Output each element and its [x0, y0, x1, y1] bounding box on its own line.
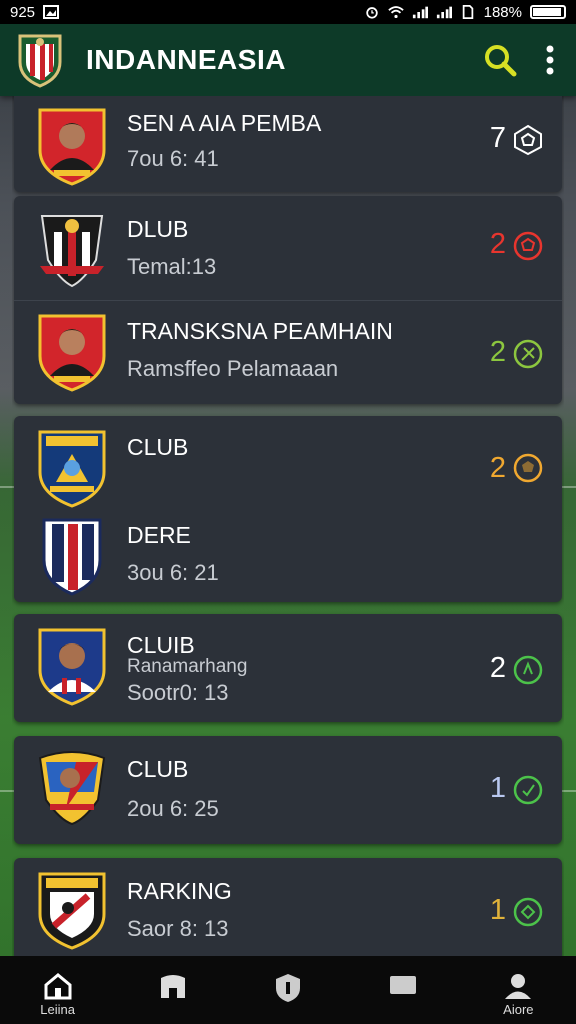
- ball-icon: [513, 775, 543, 805]
- row-title: TRANSKSNA PEAMHAIN: [127, 318, 393, 344]
- ball-icon: [513, 231, 543, 261]
- nav-profile[interactable]: Aiore: [478, 972, 558, 1017]
- nav-home[interactable]: Leiina: [18, 972, 98, 1017]
- app-logo-crest: [18, 34, 62, 88]
- nav-chat[interactable]: [363, 972, 443, 998]
- list-item[interactable]: SEN A AIA PEMBA 7ou 6: 41 7: [14, 96, 562, 192]
- row-title: SEN A AIA PEMBA: [127, 110, 322, 136]
- player-crest-icon: [38, 108, 106, 186]
- list-item[interactable]: RARKING Saor 8: 13 1: [14, 858, 562, 956]
- row-title: CLUB: [127, 756, 189, 782]
- nav-profile-label: Aiore: [503, 1002, 534, 1017]
- row-title: RARKING: [127, 878, 232, 904]
- row-subtitle: Ramsffeo Pelamaaan: [127, 356, 339, 381]
- list-item[interactable]: DERE 3ou 6: 21: [14, 508, 562, 602]
- row-score: 2: [489, 336, 506, 368]
- row-subtitle: Temal:13: [127, 254, 217, 279]
- club-crest-icon: [38, 872, 106, 950]
- more-vert-icon: [546, 45, 554, 75]
- row-title: CLUB: [127, 434, 189, 460]
- app-title: INDANNEASIA: [86, 44, 286, 75]
- list-card: SEN A AIA PEMBA 7ou 6: 41 7: [14, 96, 562, 192]
- row-subtitle: Saor 8: 13: [127, 916, 229, 941]
- player-crest-icon: [38, 628, 106, 706]
- list-card: RARKING Saor 8: 13 1: [14, 858, 562, 956]
- status-bar: 925 188%: [0, 0, 576, 24]
- app-bar: INDANNEASIA: [0, 24, 576, 96]
- list-item[interactable]: CLUB 2ou 6: 25 1: [14, 736, 562, 844]
- club-crest-icon: [42, 518, 102, 596]
- list-card: CLUIB Ranamarhang Sootr0: 13 2: [14, 614, 562, 722]
- wifi-icon: [387, 6, 404, 19]
- list-item[interactable]: CLUIB Ranamarhang Sootr0: 13 2: [14, 614, 562, 722]
- club-crest-icon: [38, 430, 106, 508]
- ball-icon: [513, 655, 543, 685]
- overflow-menu-button[interactable]: [540, 40, 560, 80]
- nav-shield[interactable]: [248, 972, 328, 1004]
- nav-team[interactable]: [133, 972, 213, 1000]
- battery-icon: [530, 5, 566, 19]
- battery-percent: 188%: [483, 3, 522, 21]
- search-button[interactable]: [480, 40, 520, 80]
- ball-icon: [513, 453, 543, 483]
- signal-icon-2: [436, 6, 452, 19]
- row-subtitle-small: Ranamarhang: [127, 656, 248, 677]
- row-title: CLUIB: [127, 632, 195, 658]
- list-card: CLUB 2 DERE 3ou 6: 21: [14, 416, 562, 602]
- player-crest-icon: [38, 314, 106, 392]
- row-subtitle: 2ou 6: 25: [127, 796, 219, 821]
- list-card: CLUB 2ou 6: 25 1: [14, 736, 562, 844]
- row-subtitle: 7ou 6: 41: [127, 146, 219, 171]
- home-icon: [44, 973, 72, 1000]
- row-score: 2: [489, 652, 506, 684]
- status-time: 925: [10, 3, 36, 21]
- alarm-icon: [365, 7, 378, 19]
- list-item[interactable]: DLUB Temal:13 2: [14, 196, 562, 300]
- row-score: 1: [489, 894, 506, 926]
- sim-icon: [462, 5, 473, 19]
- search-icon: [485, 45, 517, 77]
- ball-icon: [513, 897, 543, 927]
- bottom-navigation: Leiina Aiore: [0, 956, 576, 1024]
- row-score: 1: [489, 772, 506, 804]
- row-subtitle: Sootr0: 13: [127, 680, 229, 705]
- row-score: 2: [489, 452, 506, 484]
- list-item[interactable]: TRANSKSNA PEAMHAIN Ramsffeo Pelamaaan 2: [14, 300, 562, 404]
- player-crest-icon: [38, 751, 106, 826]
- row-title: DLUB: [127, 216, 189, 242]
- team-icon: [160, 975, 185, 998]
- ball-icon: [514, 124, 542, 156]
- nav-home-label: Leiina: [40, 1002, 75, 1017]
- row-score: 2: [489, 228, 506, 260]
- row-subtitle: 3ou 6: 21: [127, 560, 219, 585]
- row-title: DERE: [127, 522, 191, 548]
- image-notification-icon: [43, 5, 60, 19]
- profile-icon: [505, 974, 532, 999]
- list-card: DLUB Temal:13 2 TRANSKSNA PEAMHAIN Ramsf…: [14, 196, 562, 404]
- signal-icon: [412, 6, 428, 19]
- club-list: SEN A AIA PEMBA 7ou 6: 41 7 DLUB Temal:1…: [12, 96, 564, 956]
- club-crest-icon: [40, 215, 104, 288]
- list-item[interactable]: CLUB 2: [14, 416, 562, 508]
- chat-icon: [390, 976, 417, 994]
- row-score: 7: [489, 122, 506, 154]
- ball-icon: [513, 339, 543, 369]
- shield-icon: [275, 974, 300, 1002]
